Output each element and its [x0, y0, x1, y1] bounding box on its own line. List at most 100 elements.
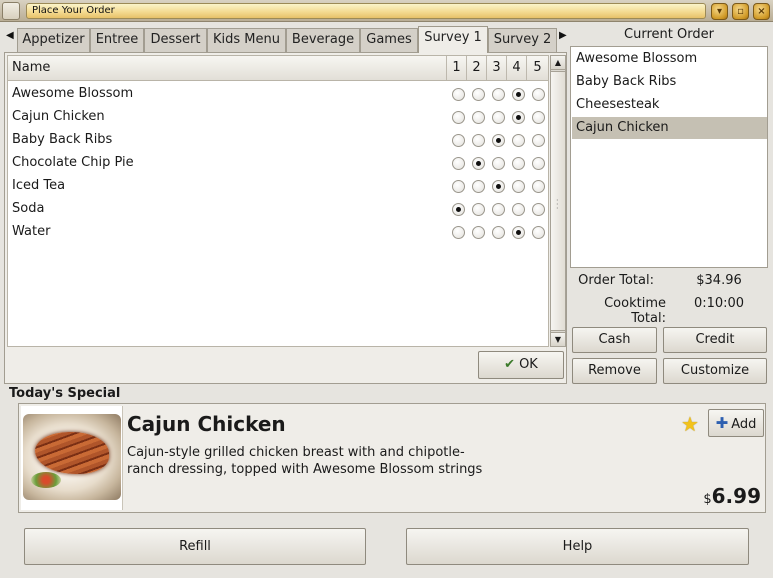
rating-radio-4[interactable] — [512, 157, 525, 170]
rating-radio-2[interactable] — [472, 134, 485, 147]
rating-radio-1[interactable] — [452, 111, 465, 124]
garnish-image — [31, 472, 61, 488]
rating-radio-5[interactable] — [532, 203, 545, 216]
rating-radio-4[interactable] — [512, 111, 525, 124]
refill-button[interactable]: Refill — [24, 528, 366, 565]
rating-radio-3[interactable] — [492, 88, 505, 101]
window-menu-button[interactable] — [2, 2, 20, 20]
close-icon[interactable]: × — [753, 3, 770, 20]
column-5[interactable]: 5 — [527, 56, 548, 80]
rating-radio-2[interactable] — [472, 180, 485, 193]
tab-games[interactable]: Games — [360, 28, 418, 52]
cooktime-label: Cooktime Total: — [604, 296, 666, 326]
tab-entree[interactable]: Entree — [90, 28, 144, 52]
order-list[interactable]: Awesome Blossom Baby Back Ribs Cheeseste… — [570, 46, 768, 268]
rating-radio-2[interactable] — [472, 203, 485, 216]
price-value: 6.99 — [711, 484, 761, 508]
rating-radio-2[interactable] — [472, 157, 485, 170]
row-label: Cajun Chicken — [12, 109, 105, 124]
survey-header: Name 1 2 3 4 5 — [8, 56, 548, 81]
column-1[interactable]: 1 — [447, 56, 467, 80]
add-button[interactable]: ✚ Add — [708, 409, 764, 437]
column-3[interactable]: 3 — [487, 56, 507, 80]
special-price: $6.99 — [703, 484, 761, 508]
order-item[interactable]: Awesome Blossom — [572, 48, 767, 70]
scrollbar-thumb[interactable]: · · · — [551, 71, 565, 331]
column-2[interactable]: 2 — [467, 56, 487, 80]
rating-radio-5[interactable] — [532, 180, 545, 193]
rating-radio-1[interactable] — [452, 203, 465, 216]
order-item-selected[interactable]: Cajun Chicken — [572, 117, 767, 139]
rating-radio-1[interactable] — [452, 134, 465, 147]
rating-radio-5[interactable] — [532, 134, 545, 147]
scroll-down-icon[interactable]: ▼ — [551, 332, 565, 346]
rating-radio-3[interactable] — [492, 180, 505, 193]
rating-radio-2[interactable] — [472, 111, 485, 124]
rating-radio-5[interactable] — [532, 88, 545, 101]
tab-dessert[interactable]: Dessert — [144, 28, 207, 52]
tab-beverage[interactable]: Beverage — [286, 28, 360, 52]
help-button[interactable]: Help — [406, 528, 749, 565]
order-item[interactable]: Cheesesteak — [572, 94, 767, 116]
rating-radio-4[interactable] — [512, 180, 525, 193]
table-row: Water — [8, 221, 548, 244]
rating-radio-3[interactable] — [492, 157, 505, 170]
customize-button[interactable]: Customize — [663, 358, 767, 384]
survey-scrollbar[interactable]: ▲ · · · ▼ — [550, 55, 566, 347]
todays-special-title: Today's Special — [9, 386, 121, 401]
cooktime-value: 0:10:00 — [693, 296, 745, 311]
scroll-up-icon[interactable]: ▲ — [551, 56, 565, 70]
maximize-icon[interactable]: ▫ — [732, 3, 749, 20]
menu-tabs: ◀ Appetizer Entree Dessert Kids Menu Bev… — [4, 26, 570, 53]
rating-radio-5[interactable] — [532, 111, 545, 124]
rating-radio-2[interactable] — [472, 226, 485, 239]
tab-appetizer[interactable]: Appetizer — [17, 28, 90, 52]
tab-scroll-right-icon[interactable]: ▶ — [559, 30, 567, 41]
tab-kids-menu[interactable]: Kids Menu — [207, 28, 286, 52]
row-label: Water — [12, 224, 51, 239]
price-currency: $ — [703, 492, 712, 507]
rating-radio-1[interactable] — [452, 157, 465, 170]
tab-survey-2[interactable]: Survey 2 — [488, 28, 557, 52]
rating-radio-4[interactable] — [512, 203, 525, 216]
rating-radio-3[interactable] — [492, 203, 505, 216]
rating-radio-1[interactable] — [452, 180, 465, 193]
rating-radio-4[interactable] — [512, 88, 525, 101]
table-row: Baby Back Ribs — [8, 129, 548, 152]
column-4[interactable]: 4 — [507, 56, 527, 80]
tab-survey-1[interactable]: Survey 1 — [418, 26, 488, 53]
rating-radio-2[interactable] — [472, 88, 485, 101]
rating-radio-1[interactable] — [452, 88, 465, 101]
rating-radio-1[interactable] — [452, 226, 465, 239]
special-description: Cajun-style grilled chicken breast with … — [127, 445, 483, 477]
minimize-icon[interactable]: ▾ — [711, 3, 728, 20]
survey-grid: Name 1 2 3 4 5 Awesome Blossom Cajun Chic… — [7, 55, 549, 347]
rating-radio-4[interactable] — [512, 134, 525, 147]
column-name[interactable]: Name — [8, 56, 447, 80]
add-plus-icon: ✚ — [715, 414, 729, 432]
order-item[interactable]: Baby Back Ribs — [572, 71, 767, 93]
row-label: Awesome Blossom — [12, 86, 134, 101]
rating-radio-3[interactable] — [492, 111, 505, 124]
row-label: Soda — [12, 201, 45, 216]
cash-button[interactable]: Cash — [572, 327, 657, 353]
special-name: Cajun Chicken — [127, 412, 286, 436]
rating-radio-5[interactable] — [532, 157, 545, 170]
rating-radio-5[interactable] — [532, 226, 545, 239]
rating-radio-3[interactable] — [492, 226, 505, 239]
row-label: Baby Back Ribs — [12, 132, 113, 147]
table-row: Chocolate Chip Pie — [8, 152, 548, 175]
remove-button[interactable]: Remove — [572, 358, 657, 384]
current-order-title: Current Order — [624, 27, 714, 42]
tab-scroll-left-icon[interactable]: ◀ — [6, 30, 14, 41]
special-panel: Cajun Chicken Cajun-style grilled chicke… — [18, 403, 766, 513]
ok-button[interactable]: ✔ OK — [478, 351, 564, 379]
add-label: Add — [731, 417, 757, 432]
rating-radio-4[interactable] — [512, 226, 525, 239]
favorite-star-icon[interactable]: ★ — [681, 412, 699, 436]
ok-label: OK — [519, 357, 538, 372]
credit-button[interactable]: Credit — [663, 327, 767, 353]
table-row: Cajun Chicken — [8, 106, 548, 129]
rating-radio-3[interactable] — [492, 134, 505, 147]
special-photo — [21, 406, 123, 510]
